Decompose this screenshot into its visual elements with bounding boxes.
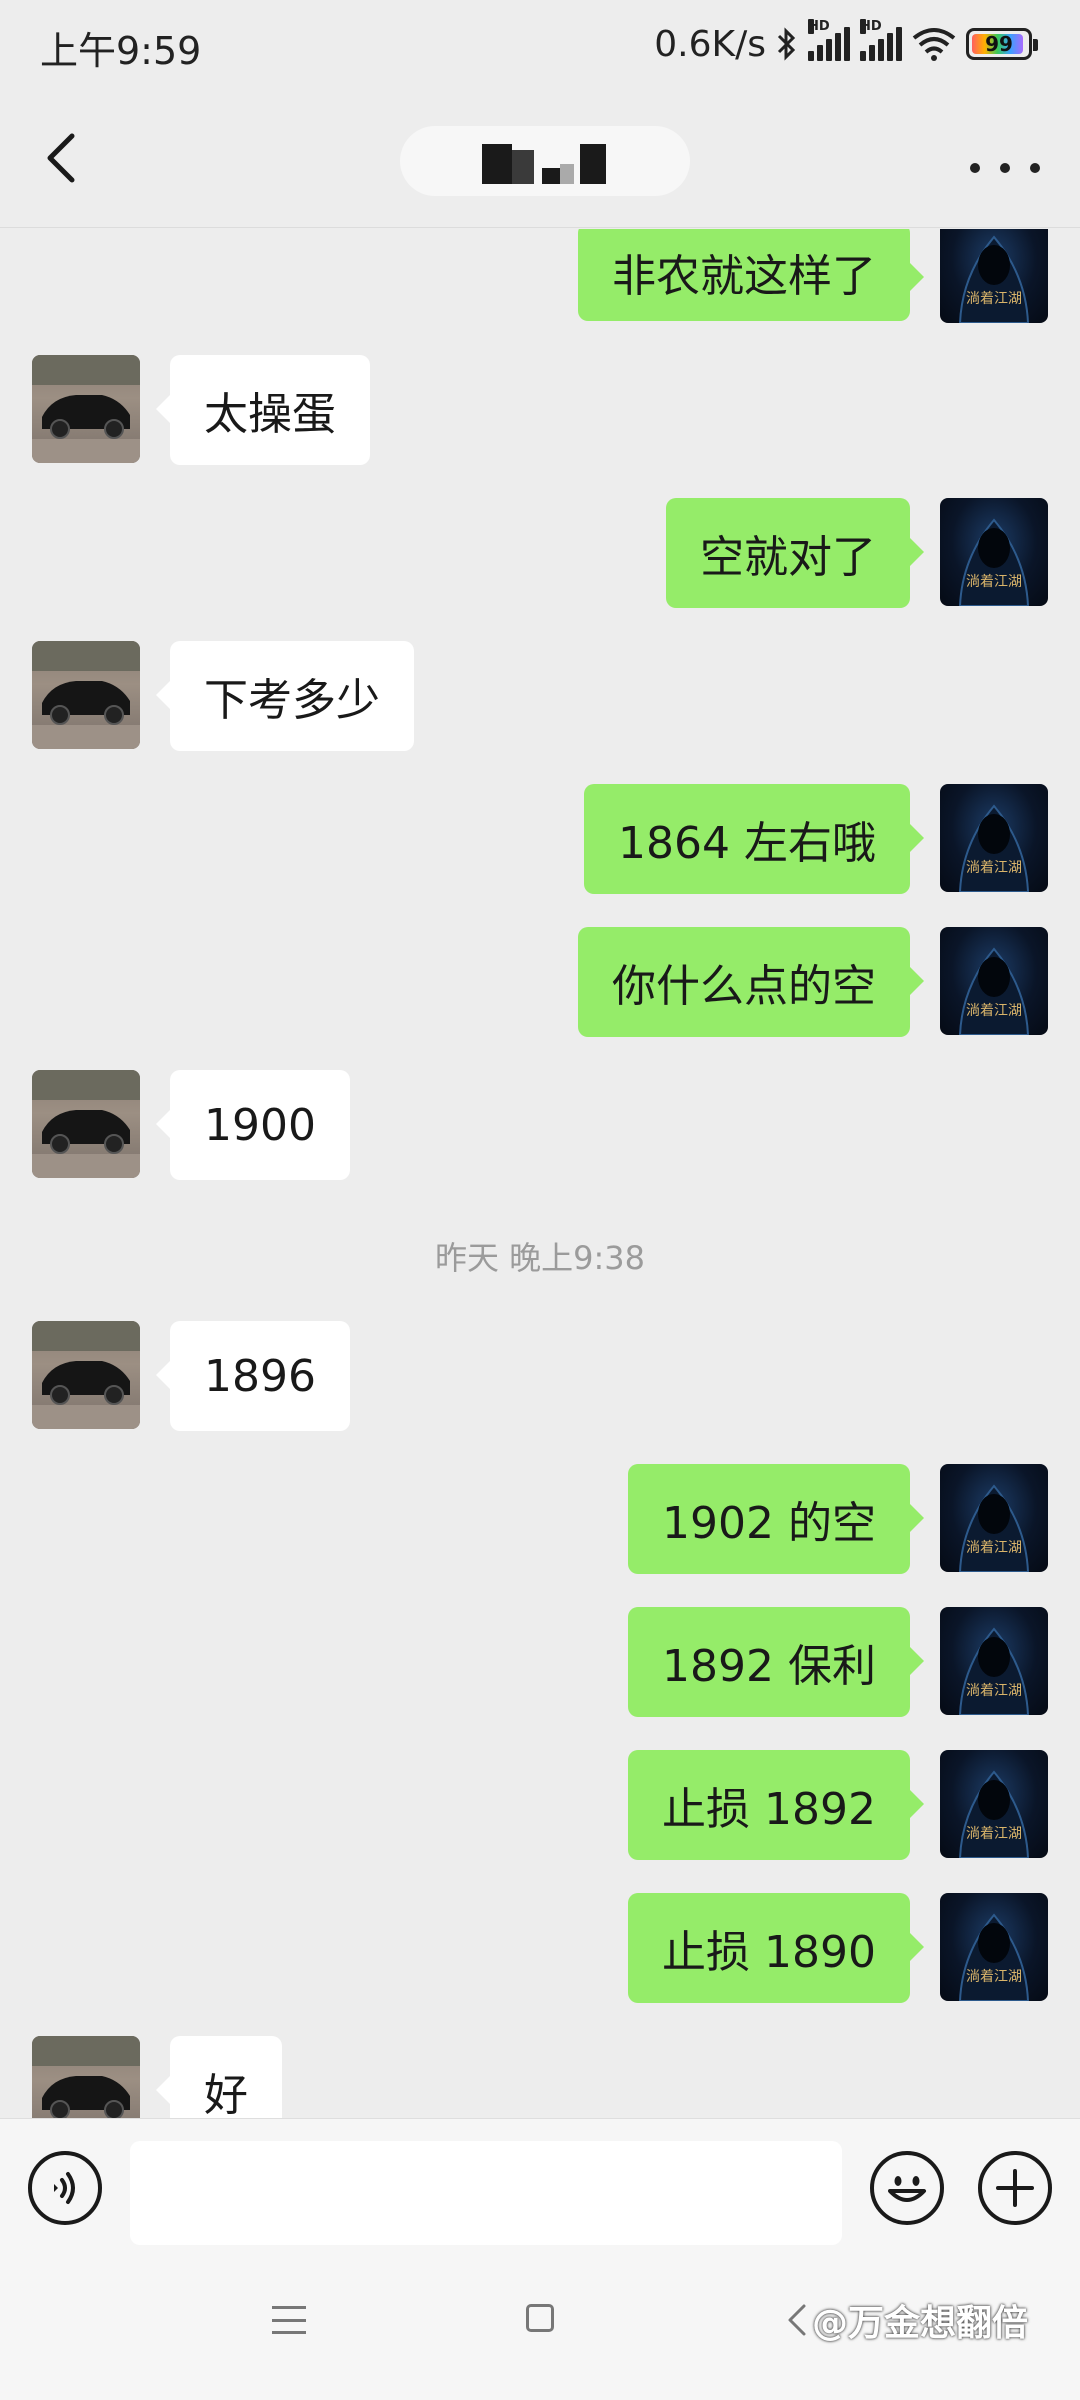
message-bubble-me[interactable]: 止损 1892 — [628, 1750, 924, 1860]
svg-text:淌着江湖: 淌着江湖 — [966, 1003, 1022, 1019]
bluetooth-icon — [777, 27, 796, 61]
more-dots-icon — [1030, 163, 1040, 173]
chat-header — [0, 88, 1080, 228]
car-photo-icon — [32, 2036, 140, 2118]
hooded-figure-icon: 淌着江湖 — [958, 518, 1030, 606]
message-bubble-me[interactable]: 1902 的空 — [628, 1464, 924, 1574]
svg-text:淌着江湖: 淌着江湖 — [966, 1540, 1022, 1556]
car-photo-icon — [32, 1321, 140, 1429]
more-dots-icon — [1000, 163, 1010, 173]
status-bar: 上午9:59 0.6K/s HD HD 99 — [0, 0, 1080, 88]
more-options-button[interactable] — [970, 148, 1040, 188]
my-avatar[interactable]: 淌着江湖 — [940, 784, 1048, 892]
svg-text:淌着江湖: 淌着江湖 — [966, 1826, 1022, 1842]
wifi-icon — [912, 28, 956, 61]
hd-label: HD — [860, 19, 882, 34]
hooded-figure-icon: 淌着江湖 — [958, 1770, 1030, 1858]
car-photo-icon — [32, 1070, 140, 1178]
my-avatar[interactable]: 淌着江湖 — [940, 1607, 1048, 1715]
signal-icon: HD — [808, 19, 850, 61]
home-icon[interactable] — [526, 2304, 554, 2332]
signal-icon: HD — [860, 19, 902, 61]
my-avatar[interactable]: 淌着江湖 — [940, 1893, 1048, 2001]
battery-level: 99 — [985, 32, 1013, 56]
svg-text:淌着江湖: 淌着江湖 — [966, 1969, 1022, 1985]
car-photo-icon — [32, 355, 140, 463]
message-timestamp: 昨天 晚上9:38 — [434, 1239, 646, 1277]
message-input[interactable] — [130, 2141, 842, 2245]
message-bubble-me[interactable]: 1864 左右哦 — [584, 784, 924, 894]
message-bubble-me[interactable]: 空就对了 — [666, 498, 924, 608]
contact-avatar[interactable] — [32, 355, 140, 463]
message-bubble-other[interactable]: 下考多少 — [156, 641, 414, 751]
hooded-figure-icon: 淌着江湖 — [958, 947, 1030, 1035]
svg-text:淌着江湖: 淌着江湖 — [966, 574, 1022, 590]
more-functions-button[interactable] — [978, 2151, 1052, 2225]
message-bubble-other[interactable]: 好 — [156, 2036, 282, 2118]
hooded-figure-icon: 淌着江湖 — [958, 235, 1030, 323]
message-bubble-other[interactable]: 1900 — [156, 1070, 350, 1180]
menu-icon[interactable] — [272, 2306, 306, 2334]
my-avatar[interactable]: 淌着江湖 — [940, 229, 1048, 323]
redacted-contact-name — [482, 144, 606, 184]
contact-avatar[interactable] — [32, 641, 140, 749]
system-navigation-bar: @万金想翻倍 — [0, 2254, 1080, 2400]
contact-avatar[interactable] — [32, 1321, 140, 1429]
hooded-figure-icon: 淌着江湖 — [958, 1913, 1030, 2001]
plus-icon — [996, 2169, 1034, 2207]
chat-message-list[interactable]: 非农就这样了 淌着江湖 太操蛋 空就对了 淌着江湖 下考多少 1864 左右哦 … — [0, 229, 1080, 2118]
hooded-figure-icon: 淌着江湖 — [958, 1484, 1030, 1572]
svg-text:淌着江湖: 淌着江湖 — [966, 860, 1022, 876]
my-avatar[interactable]: 淌着江湖 — [940, 498, 1048, 606]
input-bar — [0, 2118, 1080, 2254]
network-speed: 0.6K/s — [654, 23, 766, 65]
chat-title — [400, 126, 690, 196]
message-bubble-me[interactable]: 非农就这样了 — [578, 229, 924, 321]
back-icon[interactable] — [782, 2300, 812, 2340]
message-bubble-other[interactable]: 1896 — [156, 1321, 350, 1431]
hooded-figure-icon: 淌着江湖 — [958, 1627, 1030, 1715]
voice-button[interactable] — [28, 2151, 102, 2225]
watermark: @万金想翻倍 — [812, 2303, 1029, 2344]
svg-text:淌着江湖: 淌着江湖 — [966, 1683, 1022, 1699]
status-time: 上午9:59 — [40, 29, 202, 73]
status-icons: 0.6K/s HD HD 99 — [654, 19, 1038, 68]
message-bubble-me[interactable]: 你什么点的空 — [578, 927, 924, 1037]
chevron-left-icon — [47, 133, 75, 183]
my-avatar[interactable]: 淌着江湖 — [940, 1750, 1048, 1858]
battery-icon: 99 — [966, 28, 1038, 60]
emoji-icon — [888, 2176, 926, 2202]
contact-avatar[interactable] — [32, 2036, 140, 2118]
car-photo-icon — [32, 641, 140, 749]
message-bubble-other[interactable]: 太操蛋 — [156, 355, 370, 465]
back-button[interactable] — [30, 128, 90, 188]
message-bubble-me[interactable]: 1892 保利 — [628, 1607, 924, 1717]
more-dots-icon — [970, 163, 980, 173]
hd-label: HD — [808, 19, 830, 34]
my-avatar[interactable]: 淌着江湖 — [940, 927, 1048, 1035]
emoji-button[interactable] — [870, 2151, 944, 2225]
message-bubble-me[interactable]: 止损 1890 — [628, 1893, 924, 2003]
contact-avatar[interactable] — [32, 1070, 140, 1178]
voice-icon — [54, 2172, 75, 2204]
hooded-figure-icon: 淌着江湖 — [958, 804, 1030, 892]
svg-text:淌着江湖: 淌着江湖 — [966, 291, 1022, 307]
my-avatar[interactable]: 淌着江湖 — [940, 1464, 1048, 1572]
